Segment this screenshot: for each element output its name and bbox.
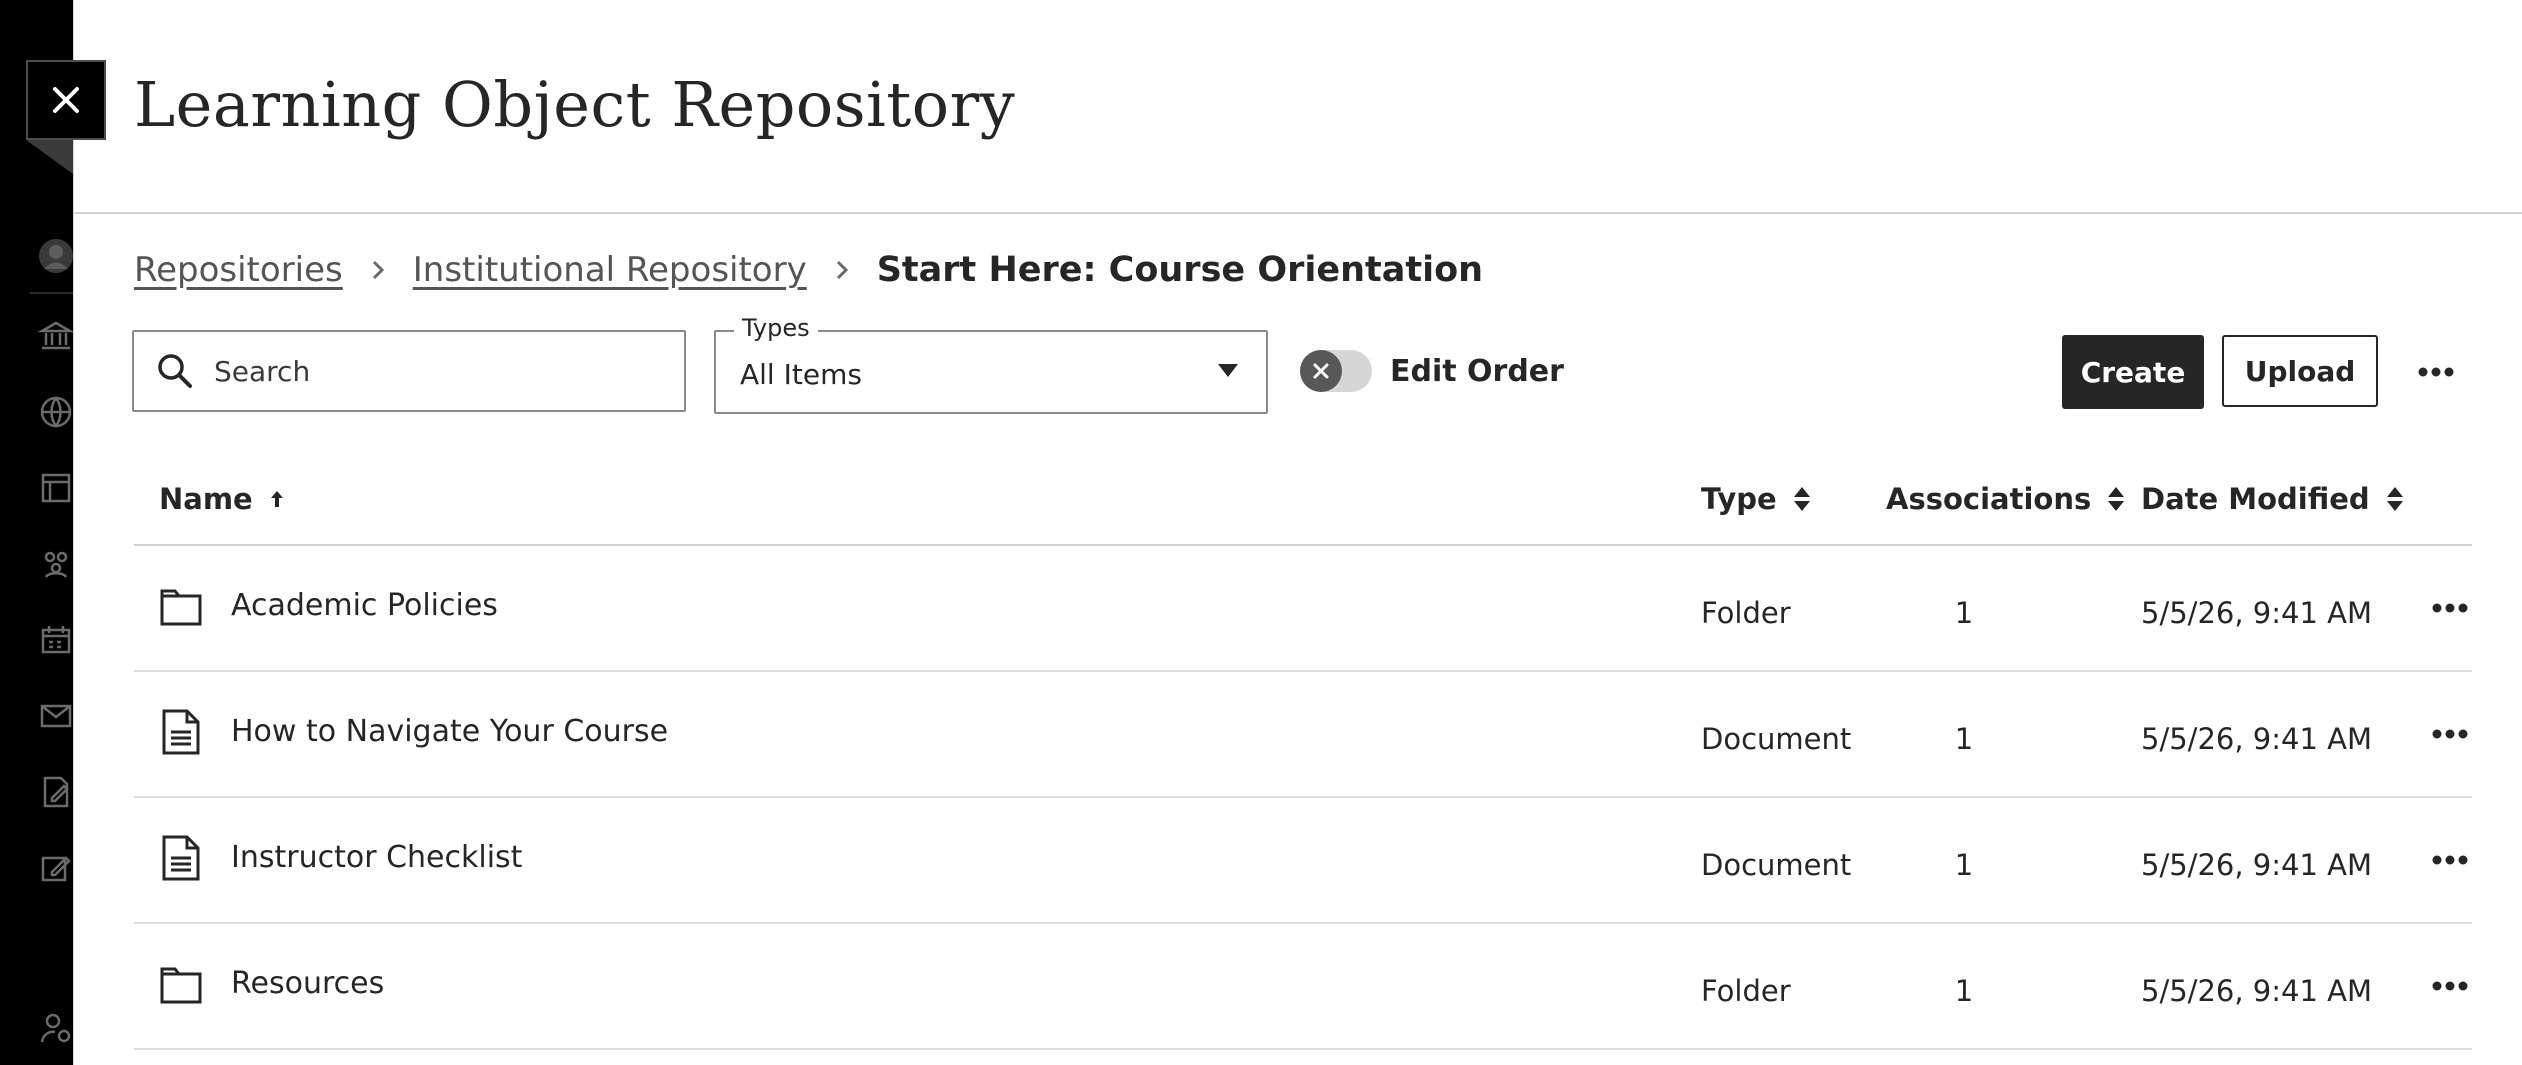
calendar-icon[interactable] — [36, 620, 76, 660]
item-type: Document — [1701, 848, 1852, 882]
organizations-icon[interactable] — [36, 544, 76, 584]
chevron-right-icon — [365, 257, 391, 283]
table-header: Name Type Associations Date Modified — [134, 470, 2472, 546]
more-horizontal-icon — [2432, 981, 2468, 991]
more-horizontal-icon — [2432, 603, 2468, 613]
item-date-modified: 5/5/26, 9:41 AM — [2141, 848, 2372, 882]
types-select[interactable]: Types All Items — [714, 314, 1268, 414]
folder-icon — [160, 967, 202, 1004]
panel-header: Learning Object Repository — [74, 0, 2522, 214]
table-row: How to Navigate Your Course Document 1 5… — [134, 672, 2472, 798]
item-date-modified: 5/5/26, 9:41 AM — [2141, 974, 2372, 1008]
breadcrumb: Repositories Institutional Repository St… — [134, 250, 1483, 290]
breadcrumb-current: Start Here: Course Orientation — [876, 250, 1484, 290]
item-type: Folder — [1701, 596, 1791, 630]
admin-user-icon[interactable] — [36, 1008, 76, 1048]
grades-icon[interactable] — [36, 772, 76, 812]
table-row: Academic Policies Folder 1 5/5/26, 9:41 … — [134, 546, 2472, 672]
institution-icon[interactable] — [36, 316, 76, 356]
folder-icon — [160, 589, 202, 626]
column-header-type[interactable]: Type — [1701, 482, 1811, 516]
document-icon — [162, 835, 200, 881]
item-associations: 1 — [1954, 848, 1974, 882]
item-name[interactable]: Instructor Checklist — [231, 840, 522, 875]
column-header-name[interactable]: Name — [159, 482, 285, 516]
more-horizontal-icon — [2432, 855, 2468, 865]
column-header-associations[interactable]: Associations — [1886, 482, 2125, 516]
avatar-icon[interactable] — [36, 236, 76, 276]
row-more-options-button[interactable] — [2424, 840, 2476, 880]
item-name[interactable]: How to Navigate Your Course — [231, 714, 668, 749]
table-row: Resources Folder 1 5/5/26, 9:41 AM — [134, 924, 2472, 1050]
close-panel-button[interactable] — [26, 60, 106, 140]
document-icon — [162, 709, 200, 755]
edit-order-label: Edit Order — [1390, 354, 1564, 389]
more-horizontal-icon — [2432, 729, 2468, 739]
item-date-modified: 5/5/26, 9:41 AM — [2141, 722, 2372, 756]
tools-icon[interactable] — [36, 848, 76, 888]
breadcrumb-repositories[interactable]: Repositories — [134, 250, 343, 290]
types-label: Types — [734, 314, 818, 342]
search-icon — [158, 354, 192, 388]
messages-icon[interactable] — [36, 696, 76, 736]
item-date-modified: 5/5/26, 9:41 AM — [2141, 596, 2372, 630]
row-more-options-button[interactable] — [2424, 714, 2476, 754]
globe-icon[interactable] — [36, 392, 76, 432]
search-input[interactable] — [214, 354, 654, 388]
sort-ascending-icon — [270, 491, 283, 507]
chevron-right-icon — [829, 257, 855, 283]
item-associations: 1 — [1954, 974, 1974, 1008]
nav-divider — [30, 292, 73, 294]
breadcrumb-institutional-repository[interactable]: Institutional Repository — [413, 250, 807, 290]
close-icon — [1313, 363, 1329, 379]
create-button[interactable]: Create — [2062, 335, 2204, 409]
item-name[interactable]: Resources — [231, 966, 384, 1001]
sort-icon — [2108, 487, 2125, 511]
more-horizontal-icon — [2418, 367, 2454, 377]
close-icon — [53, 87, 79, 113]
item-associations: 1 — [1954, 722, 1974, 756]
toggle-knob — [1300, 350, 1342, 392]
table-row: Instructor Checklist Document 1 5/5/26, … — [134, 798, 2472, 924]
column-header-date-modified[interactable]: Date Modified — [2141, 482, 2404, 516]
item-type: Document — [1701, 722, 1852, 756]
close-button-flap — [26, 140, 73, 174]
page-title: Learning Object Repository — [134, 68, 1016, 141]
sort-icon — [1793, 487, 1810, 511]
edit-order-toggle[interactable] — [1300, 350, 1372, 392]
row-more-options-button[interactable] — [2424, 966, 2476, 1006]
item-associations: 1 — [1954, 596, 1974, 630]
item-name[interactable]: Academic Policies — [231, 588, 498, 623]
upload-button[interactable]: Upload — [2222, 335, 2378, 407]
search-field[interactable] — [132, 330, 686, 412]
item-type: Folder — [1701, 974, 1791, 1008]
sort-icon — [2386, 487, 2403, 511]
row-more-options-button[interactable] — [2424, 588, 2476, 628]
toolbar-more-options-button[interactable] — [2410, 352, 2462, 392]
caret-down-icon — [1218, 364, 1238, 377]
repository-panel: Learning Object Repository Repositories … — [73, 0, 2522, 1065]
types-selected-value: All Items — [740, 358, 862, 391]
courses-icon[interactable] — [36, 468, 76, 508]
